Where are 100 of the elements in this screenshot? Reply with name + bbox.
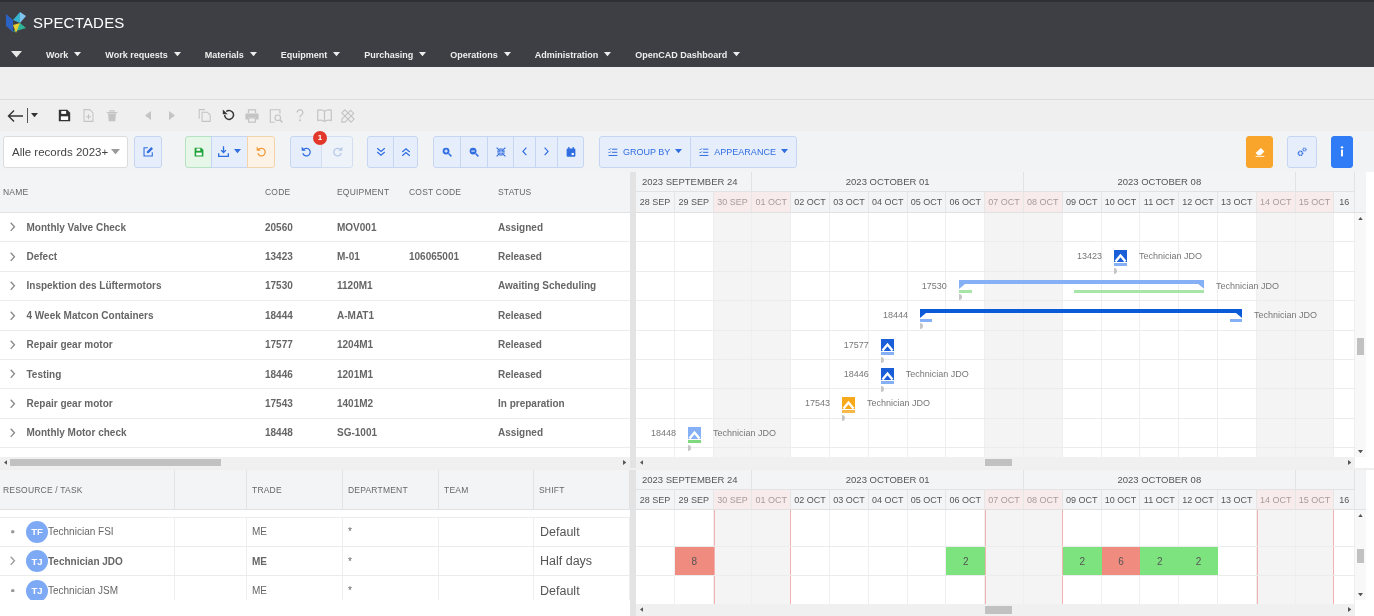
day-header: 03 OCT (830, 490, 869, 510)
nav-menu-item[interactable]: OpenCAD Dashboard (635, 44, 741, 65)
day-header: 08 OCT (1023, 490, 1063, 510)
day-header: 11 OCT (1140, 490, 1180, 510)
task-name: Monthly Valve Check (26, 221, 126, 233)
scrollbar-thumb[interactable] (1357, 338, 1364, 355)
scroll-right-icon[interactable] (1347, 460, 1351, 465)
avatar: TJ (26, 550, 48, 573)
nav-menu-item[interactable]: Work requests (105, 44, 181, 65)
fit-to-screen-button[interactable] (487, 135, 514, 168)
printer-icon (245, 108, 259, 123)
chevron-right-icon[interactable] (10, 556, 16, 566)
caret-down-icon (74, 52, 82, 57)
load-cell: 2 (946, 546, 986, 576)
view-filter-dropdown[interactable]: Alle records 2023+ (3, 135, 128, 168)
caret-down-icon (419, 52, 427, 57)
today-button[interactable] (557, 135, 584, 168)
horizontal-scrollbar[interactable] (0, 457, 630, 468)
scroll-left-icon[interactable] (640, 607, 644, 612)
nav-menu-item[interactable]: Purchasing (364, 44, 427, 65)
vertical-scrollbar[interactable] (1355, 213, 1366, 457)
previous-period-button[interactable] (513, 135, 536, 168)
chevron-right-icon[interactable] (10, 281, 16, 291)
assignee-label: Technician JDO (1139, 250, 1203, 263)
nav-menu-item[interactable]: Materials (204, 44, 257, 65)
zoom-in-button[interactable] (433, 135, 461, 168)
undo-button[interactable] (290, 135, 322, 168)
scroll-up-icon[interactable] (1358, 217, 1363, 221)
avatar: TJ (26, 579, 48, 600)
chevron-right-icon[interactable] (10, 369, 16, 379)
bullet-icon (11, 530, 15, 534)
scroll-left-icon[interactable] (640, 460, 644, 465)
week-header: 2023 OCTOBER 08 (1024, 172, 1296, 192)
chevron-right-icon[interactable] (10, 310, 16, 321)
scrollbar-thumb[interactable] (985, 459, 1012, 466)
nav-menu-item[interactable]: Work (46, 44, 82, 65)
eraser-icon (1254, 146, 1265, 157)
scrollbar-thumb[interactable] (10, 459, 221, 466)
expand-all-button[interactable] (367, 135, 394, 168)
progress-handle-icon[interactable] (920, 323, 923, 330)
chevron-right-icon[interactable] (10, 398, 16, 409)
progress-handle-icon[interactable] (958, 293, 962, 300)
resource-name: Technician JDO (48, 555, 123, 567)
back-arrow-icon (7, 108, 23, 123)
caret-down-icon (333, 52, 341, 57)
task-code-label: 18446 (843, 367, 869, 380)
appearance-button[interactable]: APPEARANCE (690, 135, 797, 168)
assignee-label: Technician JDO (1254, 309, 1318, 322)
status-text: Awaiting Scheduling (498, 280, 597, 292)
scroll-left-icon[interactable] (4, 460, 8, 465)
info-button[interactable] (1331, 135, 1353, 168)
clear-button[interactable] (1246, 135, 1273, 168)
progress-handle-icon[interactable] (1114, 268, 1117, 275)
export-button[interactable] (211, 135, 248, 168)
collapse-all-button[interactable] (393, 135, 418, 168)
equipment-code: 1401M2 (337, 398, 374, 410)
horizontal-scrollbar[interactable] (636, 604, 1355, 616)
equipment-code: M-01 (337, 251, 360, 263)
nav-menu-item[interactable]: Administration (534, 44, 612, 65)
edit-button[interactable] (134, 135, 162, 168)
vertical-scrollbar[interactable] (1355, 510, 1366, 600)
progress-handle-icon[interactable] (880, 356, 884, 363)
undo-icon (300, 146, 312, 157)
zoom-out-button[interactable] (460, 135, 488, 168)
day-header: 10 OCT (1101, 192, 1141, 213)
trade-text: ME (252, 526, 267, 538)
scroll-down-icon[interactable] (1358, 449, 1363, 453)
checklist-icon (699, 146, 710, 157)
day-header: 07 OCT (985, 490, 1024, 510)
calendar-icon (565, 146, 576, 157)
chevron-right-icon[interactable] (10, 428, 16, 438)
day-header: 15 OCT (1295, 192, 1335, 213)
group-by-button[interactable]: GROUP BY (599, 135, 692, 168)
scrollbar-thumb[interactable] (985, 606, 1012, 614)
undo-icon (255, 146, 267, 157)
redo-icon (331, 146, 343, 157)
nav-menu-item[interactable]: Equipment (280, 44, 341, 65)
scroll-right-icon[interactable] (1347, 607, 1351, 612)
chevron-right-icon[interactable] (10, 222, 16, 232)
column-header: COST CODE (404, 172, 493, 213)
progress-handle-icon[interactable] (880, 385, 884, 392)
week-header: 2023 OCTOBER 01 (752, 172, 1024, 192)
progress-handle-icon[interactable] (688, 444, 691, 451)
logo-icon (5, 10, 27, 34)
day-header: 12 OCT (1179, 192, 1218, 213)
horizontal-scrollbar[interactable] (636, 457, 1355, 468)
chevron-right-icon[interactable] (10, 251, 16, 262)
chevron-right-icon[interactable] (10, 339, 16, 350)
progress-handle-icon[interactable] (842, 415, 845, 422)
scroll-right-icon[interactable] (622, 460, 626, 465)
week-header: 2023 OCTOBER 01 (752, 470, 1024, 490)
nav-menu-item[interactable]: Operations (450, 44, 511, 65)
gears-icon (1297, 146, 1307, 157)
scrollbar-thumb[interactable] (1357, 549, 1364, 563)
day-header: 13 OCT (1217, 192, 1257, 213)
scroll-up-icon[interactable] (1358, 514, 1363, 518)
column-header: SHIFT (534, 470, 630, 510)
settings-button[interactable] (1287, 135, 1317, 168)
task-code: 17543 (265, 398, 293, 410)
scroll-down-icon[interactable] (1358, 592, 1363, 596)
